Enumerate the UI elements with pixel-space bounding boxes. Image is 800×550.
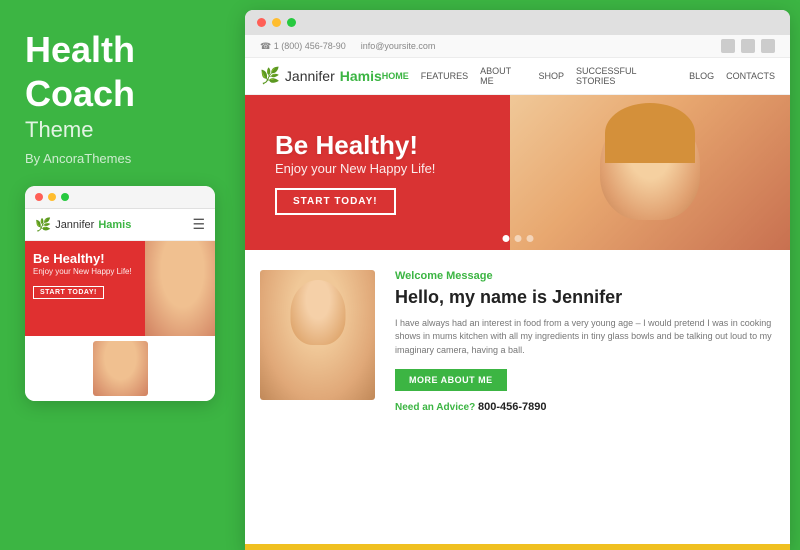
more-about-button[interactable]: MORE ABOUT ME: [395, 369, 507, 391]
site-content: Welcome Message Hello, my name is Jennif…: [245, 250, 790, 544]
slider-dot-1[interactable]: [502, 235, 509, 242]
theme-title: Health Coach: [25, 30, 215, 117]
content-body: I have always had an interest in food fr…: [395, 317, 775, 358]
slider-dots: [502, 235, 533, 242]
mobile-hero-person: [145, 241, 215, 336]
theme-subtitle: Theme: [25, 117, 215, 143]
mobile-topbar: [25, 186, 215, 209]
nav-stories[interactable]: SUCCESSFUL STORIES: [576, 66, 677, 86]
browser-dot-red: [257, 18, 266, 27]
browser-dot-yellow: [272, 18, 281, 27]
browser-titlebar: [245, 10, 790, 35]
hero-subheading: Enjoy your New Happy Life!: [275, 161, 435, 176]
mobile-hero-button[interactable]: START TODAY!: [33, 286, 104, 299]
browser-dot-green: [287, 18, 296, 27]
topbar-right: [721, 39, 775, 53]
site-logo-last: Hamis: [340, 68, 382, 84]
mobile-hero-sub: Enjoy your New Happy Life!: [33, 267, 132, 276]
topbar-phone: ☎ 1 (800) 456-78-90: [260, 41, 346, 52]
mobile-nav: 🌿 Jannifer Hamis ☰: [25, 209, 215, 241]
content-heading: Hello, my name is Jennifer: [395, 287, 775, 309]
site-topbar: ☎ 1 (800) 456-78-90 info@yoursite.com: [245, 35, 790, 58]
nav-about[interactable]: ABOUT ME: [480, 66, 526, 86]
advice-line: Need an Advice? 800-456-7890: [395, 401, 775, 413]
nav-contacts[interactable]: CONTACTS: [726, 71, 775, 81]
nav-blog[interactable]: BLOG: [689, 71, 714, 81]
hamburger-icon[interactable]: ☰: [192, 216, 205, 233]
slider-dot-2[interactable]: [514, 235, 521, 242]
mobile-mockup: 🌿 Jannifer Hamis ☰ Be Healthy! Enjoy you…: [25, 186, 215, 401]
google-plus-icon[interactable]: [741, 39, 755, 53]
content-image: [260, 270, 375, 400]
site-nav: 🌿 Jannifer Hamis HOME FEATURES ABOUT ME …: [245, 58, 790, 95]
yellow-accent-bar: [245, 544, 790, 550]
theme-by: By AncoraThemes: [25, 151, 215, 166]
mobile-bottom: [25, 336, 215, 401]
site-leaf-icon: 🌿: [260, 66, 280, 86]
mobile-bottom-image: [93, 341, 148, 396]
topbar-left: ☎ 1 (800) 456-78-90 info@yoursite.com: [260, 41, 435, 52]
advice-phone: 800-456-7890: [478, 401, 547, 413]
site-logo-first: Jannifer: [285, 68, 335, 84]
content-text: Welcome Message Hello, my name is Jennif…: [395, 270, 775, 524]
slider-dot-3[interactable]: [526, 235, 533, 242]
left-panel: Health Coach Theme By AncoraThemes 🌿 Jan…: [0, 0, 240, 550]
site-logo: 🌿 Jannifer Hamis: [260, 66, 382, 86]
site-hero: Be Healthy! Enjoy your New Happy Life! S…: [245, 95, 790, 250]
hero-person: [510, 95, 790, 250]
welcome-message: Welcome Message: [395, 270, 775, 282]
mobile-logo: 🌿 Jannifer Hamis: [35, 217, 131, 233]
nav-home[interactable]: HOME: [382, 71, 409, 81]
topbar-email: info@yoursite.com: [361, 41, 436, 52]
facebook-icon[interactable]: [761, 39, 775, 53]
hero-content: Be Healthy! Enjoy your New Happy Life! S…: [245, 110, 465, 235]
mobile-logo-last: Hamis: [98, 219, 131, 231]
mobile-dot-yellow: [48, 193, 56, 201]
site-nav-links: HOME FEATURES ABOUT ME SHOP SUCCESSFUL S…: [382, 66, 775, 86]
leaf-icon: 🌿: [35, 217, 51, 233]
browser-window: ☎ 1 (800) 456-78-90 info@yoursite.com 🌿 …: [245, 10, 790, 550]
nav-features[interactable]: FEATURES: [421, 71, 468, 81]
mobile-dot-red: [35, 193, 43, 201]
mobile-hero-heading: Be Healthy!: [33, 251, 132, 267]
hero-image: [510, 95, 790, 250]
mobile-hero-text: Be Healthy! Enjoy your New Happy Life! S…: [33, 251, 132, 299]
mobile-hero: Be Healthy! Enjoy your New Happy Life! S…: [25, 241, 215, 336]
hero-heading: Be Healthy!: [275, 130, 435, 161]
mobile-dot-green: [61, 193, 69, 201]
browser-content: ☎ 1 (800) 456-78-90 info@yoursite.com 🌿 …: [245, 35, 790, 550]
nav-shop[interactable]: SHOP: [539, 71, 565, 81]
advice-label: Need an Advice?: [395, 402, 475, 413]
mobile-logo-first: Jannifer: [55, 219, 94, 231]
mobile-hero-image: [145, 241, 215, 336]
twitter-icon[interactable]: [721, 39, 735, 53]
hero-button[interactable]: START TODAY!: [275, 188, 396, 215]
